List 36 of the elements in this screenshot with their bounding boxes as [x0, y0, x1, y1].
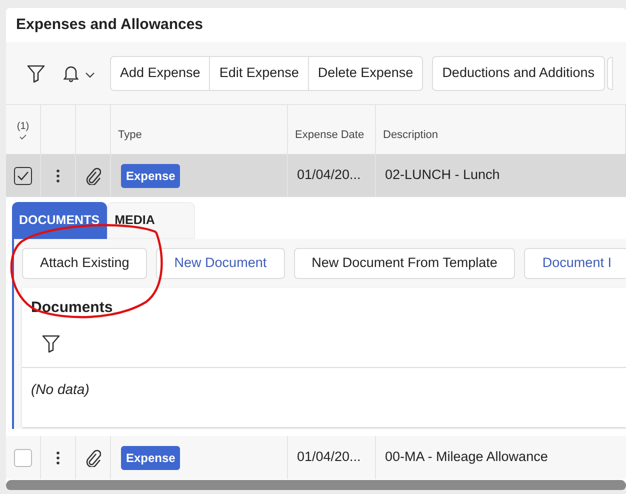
selection-count: (1) [16, 120, 30, 134]
tab[interactable]: MEDIA [106, 202, 195, 239]
table-row[interactable]: Expense 01/04/20... 02-LUNCH - Lunch [6, 154, 626, 197]
table-cell-text: 01/04/20... [297, 448, 361, 466]
section-title: Documents [30, 298, 114, 318]
type-badge: Expense [121, 164, 180, 188]
column-header[interactable]: Type [118, 126, 142, 143]
toolbar-button[interactable]: Delete Expense [308, 56, 422, 90]
check-icon[interactable] [17, 170, 29, 180]
column-header[interactable]: Description [383, 126, 438, 143]
filter-icon[interactable] [41, 333, 61, 353]
action-button[interactable]: New Document [156, 248, 285, 279]
table-row[interactable]: Expense 01/04/20... 00-MA - Mileage Allowance [6, 436, 626, 479]
row-checkbox[interactable] [14, 166, 32, 184]
type-badge: Expense [121, 446, 180, 470]
paperclip-icon[interactable] [85, 166, 101, 184]
more-vertical-icon[interactable] [56, 168, 60, 182]
scrollbar[interactable] [6, 480, 626, 490]
paperclip-icon[interactable] [85, 448, 101, 466]
toolbar-button[interactable]: Edit Expense [209, 56, 308, 90]
filter-icon[interactable] [26, 63, 46, 83]
column-header[interactable]: Expense Date [295, 126, 364, 143]
action-button[interactable]: Attach Existing [22, 248, 148, 279]
tab[interactable]: DOCUMENTS [12, 202, 107, 239]
action-button[interactable]: New Document From Template [294, 248, 516, 279]
toolbar-button[interactable]: Add Expense [111, 56, 210, 90]
panel-title: Expenses and Allowances [15, 14, 204, 35]
toolbar-button[interactable]: Deductions and Additions [433, 56, 604, 90]
action-button[interactable]: Document I [524, 248, 626, 279]
empty-message: (No data) [30, 380, 90, 399]
table-cell-text: 02-LUNCH - Lunch [385, 166, 500, 184]
table-cell-text: 00-MA - Mileage Allowance [385, 448, 548, 466]
check-icon [19, 134, 27, 140]
table-cell-text: 01/04/20... [297, 166, 361, 184]
more-vertical-icon[interactable] [56, 450, 60, 464]
row-checkbox[interactable] [14, 448, 32, 466]
